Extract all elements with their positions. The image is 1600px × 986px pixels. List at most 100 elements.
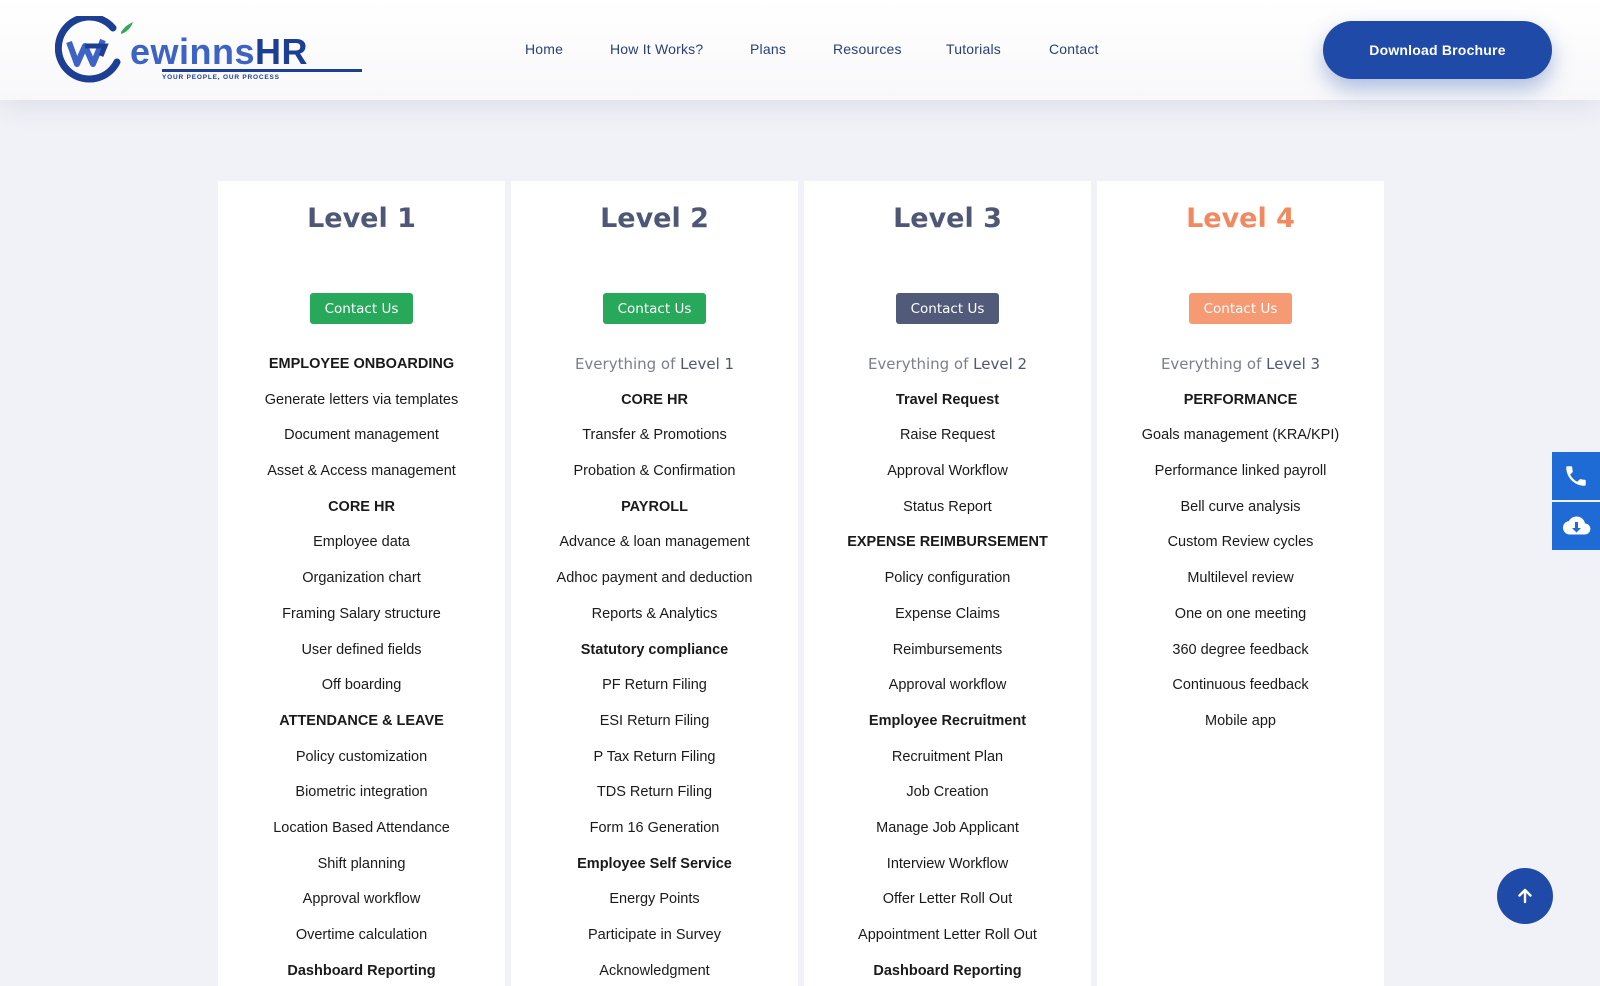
contact-us-button[interactable]: Contact Us xyxy=(310,293,413,324)
nav-item-home[interactable]: Home xyxy=(525,41,563,57)
feature-heading: EMPLOYEE ONBOARDING xyxy=(268,356,455,372)
scroll-to-top-button[interactable] xyxy=(1497,868,1553,924)
logo-wordmark: ewinnsHR xyxy=(130,31,308,73)
logo[interactable]: ewinnsHR YOUR PEOPLE, OUR PROCESS xyxy=(55,16,362,86)
feature-heading: ATTENDANCE & LEAVE xyxy=(279,712,444,729)
feature-heading: EXPENSE REIMBURSEMENT xyxy=(847,534,1048,551)
nav-item-contact[interactable]: Contact xyxy=(1049,41,1099,57)
feature-item: TDS Return Filing xyxy=(596,784,713,801)
everything-of-line: Everything of Level 3 xyxy=(1097,352,1384,388)
feature-heading: PAYROLL xyxy=(621,498,688,515)
nav-item-resources[interactable]: Resources xyxy=(833,41,902,57)
feature-item: Multilevel review xyxy=(1187,570,1294,587)
site-header: ewinnsHR YOUR PEOPLE, OUR PROCESS Home H… xyxy=(0,0,1600,100)
feature-heading: PERFORMANCE xyxy=(1183,391,1298,408)
feature-item: Energy Points xyxy=(609,891,700,908)
feature-list: EMPLOYEE ONBOARDING Generate letters via… xyxy=(218,352,505,986)
feature-item: Manage Job Applicant xyxy=(876,819,1019,836)
feature-item: Shift planning xyxy=(317,855,406,872)
feature-item: Biometric integration xyxy=(295,784,428,801)
feature-item: Participate in Survey xyxy=(588,927,721,943)
feature-item: Continuous feedback xyxy=(1172,677,1309,694)
feature-item: Approval workflow xyxy=(888,677,1007,694)
feature-heading: Employee Recruitment xyxy=(868,712,1027,729)
feature-item: Performance linked payroll xyxy=(1154,463,1327,480)
everything-of-line: Everything of Level 2 xyxy=(804,352,1091,388)
logo-mark-icon xyxy=(55,16,133,83)
feature-item: Reimbursements xyxy=(892,641,1003,658)
nav-item-how-it-works[interactable]: How It Works? xyxy=(610,41,703,57)
feature-item: One on one meeting xyxy=(1174,605,1307,622)
feature-item: Goals management (KRA/KPI) xyxy=(1141,427,1340,444)
feature-heading: CORE HR xyxy=(621,391,688,408)
logo-text-part2: HR xyxy=(255,31,309,72)
download-brochure-button[interactable]: Download Brochure xyxy=(1323,21,1552,79)
logo-text-part1: ewinns xyxy=(130,31,256,72)
feature-item: Generate letters via templates xyxy=(264,391,459,408)
plan-card-level-4: Level 4 Contact Us Everything of Level 3… xyxy=(1097,181,1384,986)
feature-item: Form 16 Generation xyxy=(589,819,720,836)
feature-heading: Employee Self Service xyxy=(577,855,732,872)
feature-item: PF Return Filing xyxy=(602,677,707,694)
feature-item: Approval workflow xyxy=(302,891,421,908)
feature-item: Job Creation xyxy=(906,784,989,801)
feature-item: Bell curve analysis xyxy=(1180,498,1301,515)
feature-item: Framing Salary structure xyxy=(282,605,441,622)
nav-item-plans[interactable]: Plans xyxy=(750,41,786,57)
feature-item: Reports & Analytics xyxy=(591,605,718,622)
feature-item: Recruitment Plan xyxy=(891,748,1004,765)
feature-list: Everything of Level 3 PERFORMANCE Goals … xyxy=(1097,352,1384,745)
call-button[interactable] xyxy=(1552,452,1600,500)
feature-item: Approval Workflow xyxy=(887,463,1008,480)
everything-of-text: Everything of xyxy=(867,355,969,373)
feature-heading: CORE HR xyxy=(328,498,395,515)
feature-item: Employee data xyxy=(313,534,410,551)
feature-heading: Dashboard Reporting xyxy=(287,962,436,979)
everything-of-line: Everything of Level 1 xyxy=(511,352,798,388)
everything-of-level: Level 3 xyxy=(1266,355,1321,373)
feature-item: Mobile app xyxy=(1205,712,1276,729)
feature-heading: Dashboard Reporting xyxy=(873,962,1022,979)
contact-us-button[interactable]: Contact Us xyxy=(896,293,999,324)
everything-of-text: Everything of xyxy=(1160,355,1262,373)
feature-item: Policy customization xyxy=(295,748,428,765)
download-side-button[interactable] xyxy=(1552,502,1600,550)
feature-item: Document management xyxy=(284,427,439,444)
feature-item: Adhoc payment and deduction xyxy=(556,570,753,587)
plan-title: Level 1 xyxy=(307,203,416,234)
everything-of-text: Everything of xyxy=(574,355,676,373)
arrow-up-icon xyxy=(1518,888,1532,904)
feature-heading: Statutory compliance xyxy=(580,641,729,658)
feature-item: Probation & Confirmation xyxy=(573,463,736,480)
logo-tagline: YOUR PEOPLE, OUR PROCESS xyxy=(162,69,362,81)
feature-heading: Travel Request xyxy=(895,391,1000,408)
feature-item: Offer Letter Roll Out xyxy=(882,891,1013,908)
contact-us-button[interactable]: Contact Us xyxy=(603,293,706,324)
contact-us-button[interactable]: Contact Us xyxy=(1189,293,1292,324)
feature-item: Overtime calculation xyxy=(295,927,428,943)
feature-item: Status Report xyxy=(903,498,992,515)
feature-list: Everything of Level 2 Travel Request Rai… xyxy=(804,352,1091,986)
feature-item: Asset & Access management xyxy=(267,463,456,480)
feature-item: Expense Claims xyxy=(895,605,1000,622)
phone-icon xyxy=(1566,466,1586,486)
cloud-download-icon xyxy=(1563,516,1591,535)
feature-item: Off boarding xyxy=(321,677,402,694)
feature-item: Acknowledgment xyxy=(599,962,710,979)
plan-title: Level 2 xyxy=(600,203,709,234)
feature-list: Everything of Level 1 CORE HR Transfer &… xyxy=(511,352,798,986)
feature-item: Raise Request xyxy=(899,427,996,444)
feature-item: Advance & loan management xyxy=(559,534,750,551)
feature-item: User defined fields xyxy=(301,641,422,658)
feature-item: Custom Review cycles xyxy=(1167,534,1314,551)
plan-card-level-1: Level 1 Contact Us EMPLOYEE ONBOARDING G… xyxy=(218,181,505,986)
plan-title: Level 4 xyxy=(1186,203,1295,234)
feature-item: Interview Workflow xyxy=(886,855,1009,872)
feature-item: 360 degree feedback xyxy=(1172,641,1309,658)
feature-item: ESI Return Filing xyxy=(599,712,710,729)
feature-item: Appointment Letter Roll Out xyxy=(858,927,1037,943)
nav-item-tutorials[interactable]: Tutorials xyxy=(946,41,1001,57)
plan-card-level-3: Level 3 Contact Us Everything of Level 2… xyxy=(804,181,1091,986)
feature-item: Transfer & Promotions xyxy=(582,427,727,444)
feature-item: Location Based Attendance xyxy=(273,819,450,836)
